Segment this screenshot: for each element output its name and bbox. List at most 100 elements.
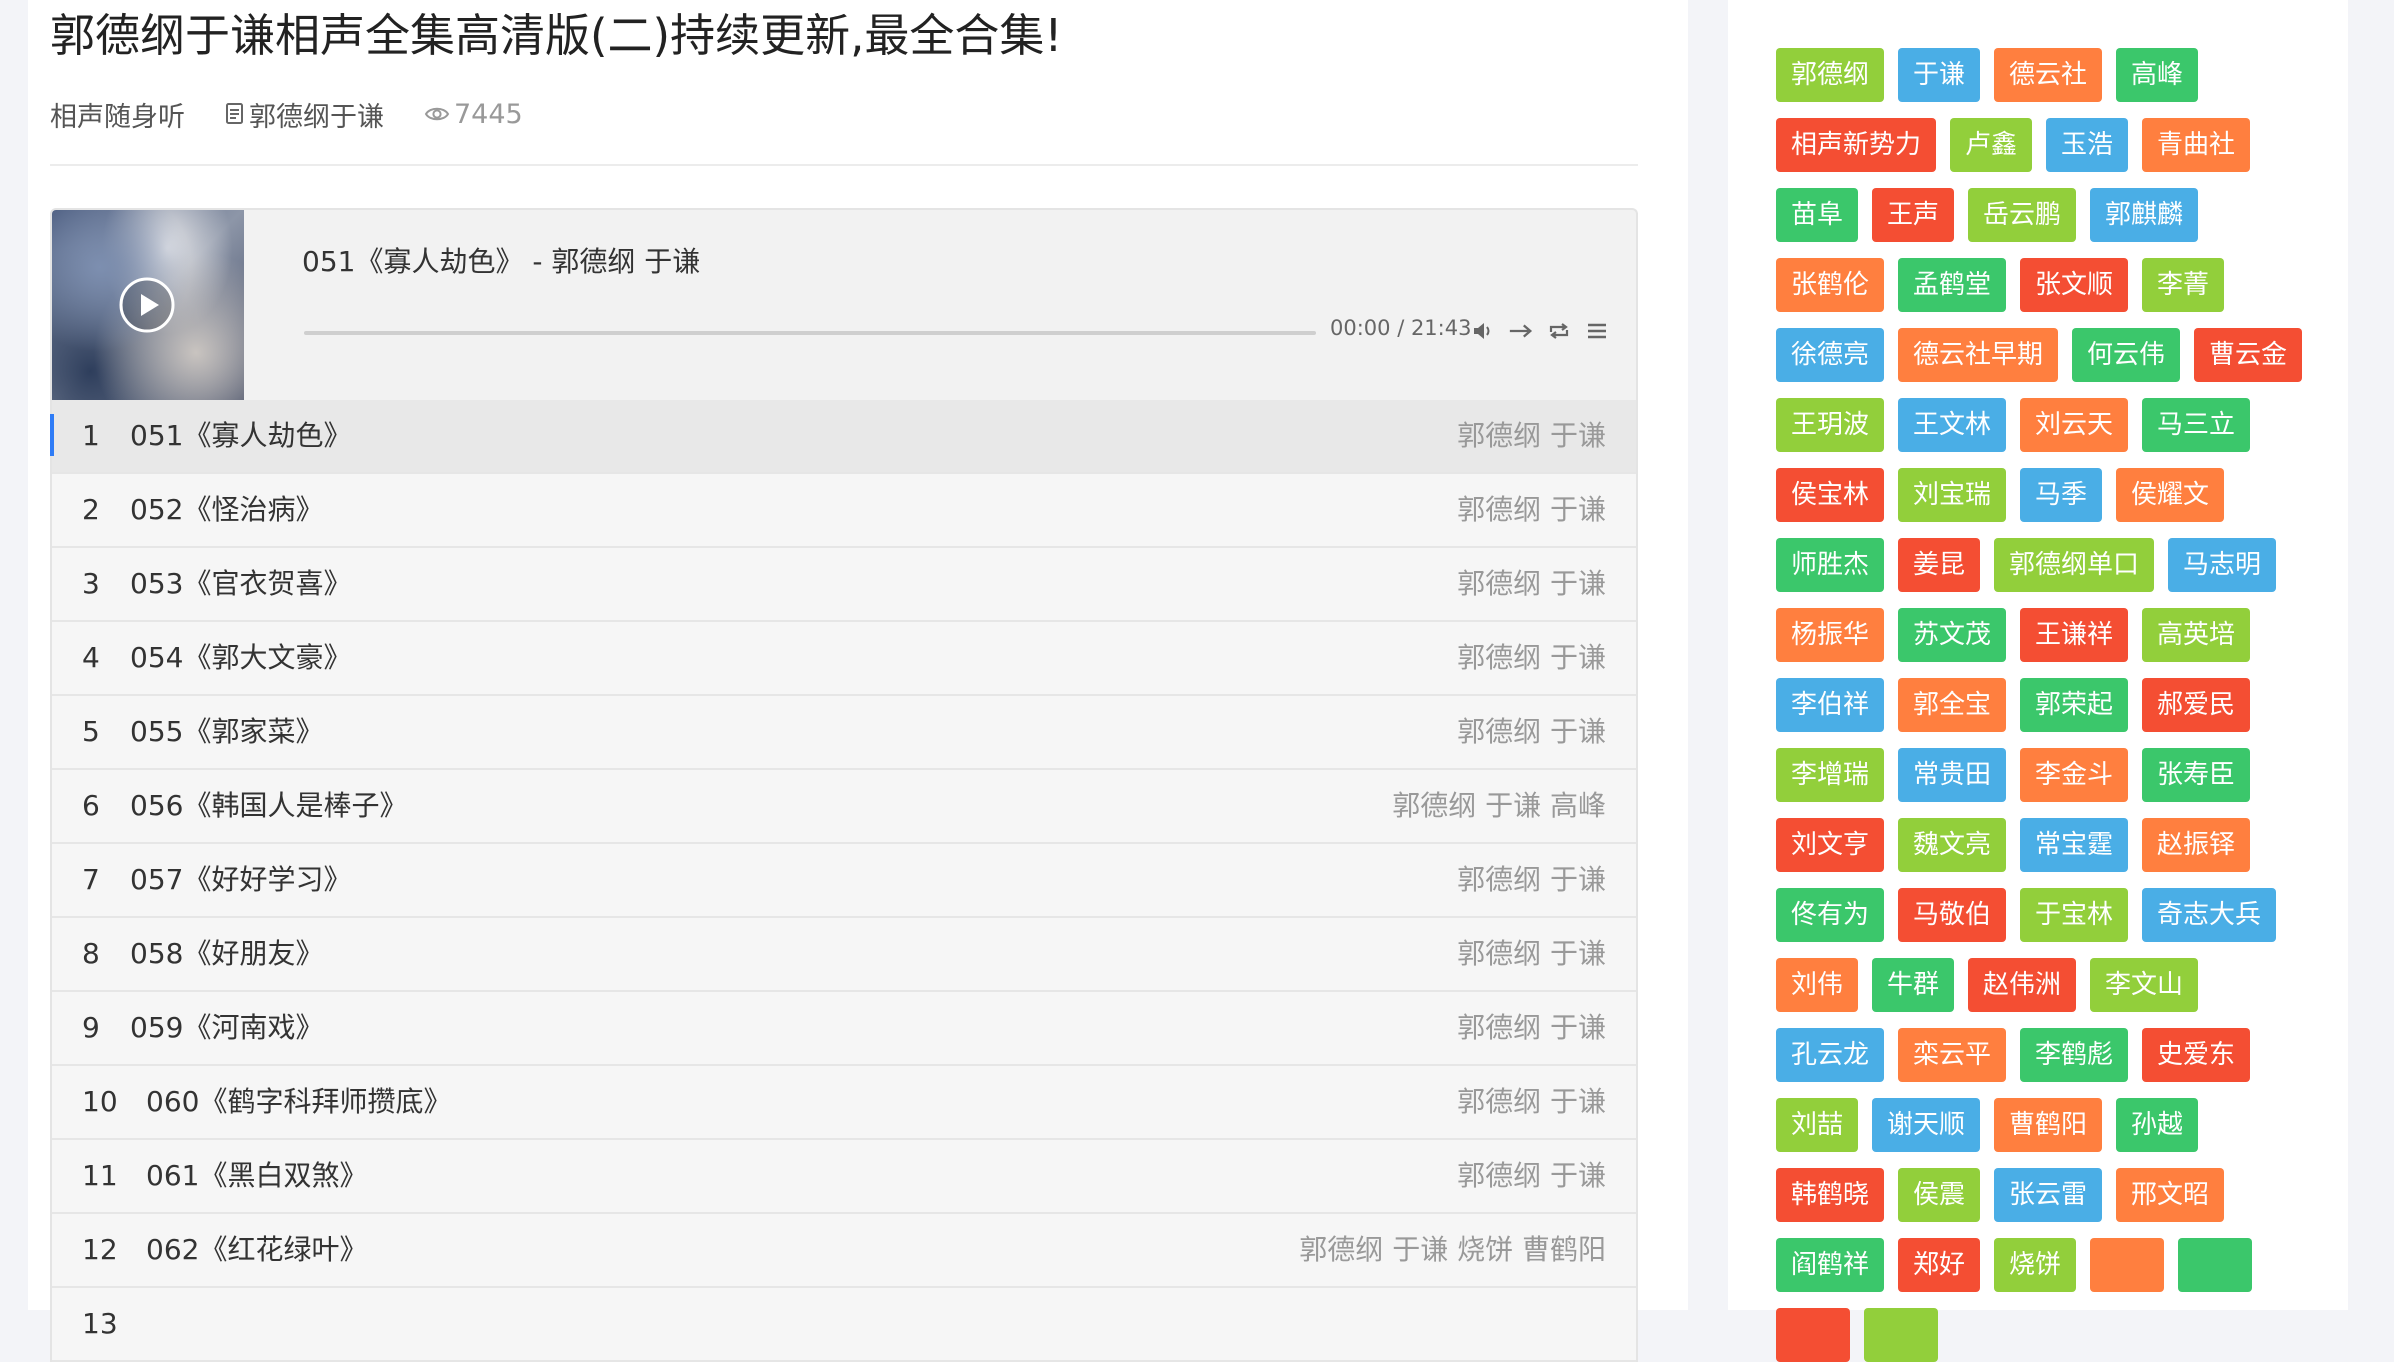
tag-link[interactable]: 刘喆 — [1776, 1098, 1859, 1152]
tag-link[interactable]: 相声新势力 — [1776, 118, 1937, 172]
tag-link[interactable]: 佟有为 — [1776, 888, 1885, 942]
tag-link[interactable]: 栾云平 — [1898, 1028, 2007, 1082]
tag-link[interactable]: 卢鑫 — [1950, 118, 2033, 172]
tag-link[interactable]: 王谦祥 — [2020, 608, 2129, 662]
tag-link[interactable]: 魏文亮 — [1898, 818, 2007, 872]
tag-link[interactable]: 邢文昭 — [2116, 1168, 2225, 1222]
tag-link[interactable]: 郭麒麟 — [2090, 188, 2199, 242]
tag-link[interactable]: 郑好 — [1898, 1238, 1981, 1292]
tag-link[interactable]: 马志明 — [2168, 538, 2277, 592]
tag-link[interactable]: 王声 — [1872, 188, 1955, 242]
tag-link[interactable]: 姜昆 — [1898, 538, 1981, 592]
tag-link[interactable]: 德云社早期 — [1898, 328, 2059, 382]
tag-link[interactable]: 高英培 — [2142, 608, 2251, 662]
tag-link[interactable]: 徐德亮 — [1776, 328, 1885, 382]
tag-link[interactable]: 郭荣起 — [2020, 678, 2129, 732]
playlist-row[interactable]: 13 — [52, 1288, 1636, 1362]
playlist-toggle-button[interactable] — [1584, 318, 1610, 344]
tag-link[interactable]: 刘文亨 — [1776, 818, 1885, 872]
tag-link[interactable]: 郭德纲单口 — [1994, 538, 2155, 592]
tag-link[interactable]: 青曲社 — [2142, 118, 2251, 172]
tag-link[interactable] — [2178, 1238, 2253, 1292]
tag-link[interactable]: 苏文茂 — [1898, 608, 2007, 662]
tag-link[interactable]: 何云伟 — [2072, 328, 2181, 382]
view-count: 7445 — [424, 99, 523, 130]
playlist-row[interactable]: 10 060《鹤字科拜师攒底》 郭德纲 于谦 — [52, 1066, 1636, 1140]
artist-tag-link[interactable]: 郭德纲于谦 — [225, 95, 384, 134]
tag-link[interactable]: 苗阜 — [1776, 188, 1859, 242]
play-button[interactable] — [118, 276, 176, 334]
tag-link[interactable]: 韩鹤晓 — [1776, 1168, 1885, 1222]
tag-link[interactable]: 曹鹤阳 — [1994, 1098, 2103, 1152]
tag-link[interactable]: 孟鹤堂 — [1898, 258, 2007, 312]
playlist-row[interactable]: 9 059《河南戏》 郭德纲 于谦 — [52, 992, 1636, 1066]
playlist-row[interactable]: 5 055《郭家菜》 郭德纲 于谦 — [52, 696, 1636, 770]
tag-link[interactable]: 李鹤彪 — [2020, 1028, 2129, 1082]
tag-link[interactable] — [1864, 1308, 1938, 1362]
tag-link[interactable]: 李增瑞 — [1776, 748, 1885, 802]
tag-link[interactable]: 阎鹤祥 — [1776, 1238, 1885, 1292]
tag-link[interactable]: 刘伟 — [1776, 958, 1859, 1012]
playlist-row[interactable]: 3 053《官衣贺喜》 郭德纲 于谦 — [52, 548, 1636, 622]
tag-link[interactable]: 孔云龙 — [1776, 1028, 1885, 1082]
row-title: 059《河南戏》 — [130, 1011, 324, 1044]
tag-link[interactable]: 马三立 — [2142, 398, 2251, 452]
tag-link[interactable]: 常贵田 — [1898, 748, 2007, 802]
tag-link[interactable]: 郭全宝 — [1898, 678, 2007, 732]
tag-link[interactable] — [2090, 1238, 2165, 1292]
tag-link[interactable]: 王玥波 — [1776, 398, 1885, 452]
tag-link[interactable]: 刘云天 — [2020, 398, 2129, 452]
playlist-row[interactable]: 1 051《寡人劫色》 郭德纲 于谦 — [50, 400, 1636, 474]
playlist-row[interactable]: 8 058《好朋友》 郭德纲 于谦 — [52, 918, 1636, 992]
playlist-row[interactable]: 7 057《好好学习》 郭德纲 于谦 — [52, 844, 1636, 918]
tag-link[interactable]: 张云雷 — [1994, 1168, 2103, 1222]
tag-link[interactable]: 赵伟洲 — [1968, 958, 2077, 1012]
tag-link[interactable]: 刘宝瑞 — [1898, 468, 2007, 522]
tag-link[interactable]: 于谦 — [1898, 48, 1981, 102]
now-playing-title: 051《寡人劫色》 - 郭德纲 于谦 — [302, 245, 701, 278]
tag-link[interactable]: 王文林 — [1898, 398, 2007, 452]
tag-link[interactable]: 曹云金 — [2194, 328, 2303, 382]
tag-link[interactable]: 玉浩 — [2046, 118, 2129, 172]
tag-link[interactable]: 德云社 — [1994, 48, 2103, 102]
playlist-row[interactable]: 6 056《韩国人是棒子》 郭德纲 于谦 高峰 — [52, 770, 1636, 844]
volume-button[interactable] — [1470, 318, 1496, 344]
playlist-row[interactable]: 4 054《郭大文豪》 郭德纲 于谦 — [52, 622, 1636, 696]
row-artist: 郭德纲 于谦 — [1457, 1159, 1606, 1192]
tag-link[interactable]: 常宝霆 — [2020, 818, 2129, 872]
tag-link[interactable]: 奇志大兵 — [2142, 888, 2277, 942]
play-order-button[interactable] — [1508, 318, 1534, 344]
playlist-row[interactable]: 2 052《怪治病》 郭德纲 于谦 — [52, 474, 1636, 548]
tag-link[interactable]: 李金斗 — [2020, 748, 2129, 802]
tag-link[interactable]: 张文顺 — [2020, 258, 2129, 312]
category-link[interactable]: 相声随身听 — [50, 95, 185, 134]
tag-link[interactable] — [1776, 1308, 1850, 1362]
tag-link[interactable]: 岳云鹏 — [1968, 188, 2077, 242]
tag-link[interactable]: 马敬伯 — [1898, 888, 2007, 942]
tag-link[interactable]: 李文山 — [2090, 958, 2199, 1012]
tag-link[interactable]: 侯震 — [1898, 1168, 1981, 1222]
tag-link[interactable]: 马季 — [2020, 468, 2103, 522]
tag-link[interactable]: 孙越 — [2116, 1098, 2199, 1152]
tag-link[interactable]: 李菁 — [2142, 258, 2225, 312]
tag-link[interactable]: 高峰 — [2116, 48, 2199, 102]
tag-link[interactable]: 赵振铎 — [2142, 818, 2251, 872]
tag-link[interactable]: 郭德纲 — [1776, 48, 1885, 102]
tag-link[interactable]: 张寿臣 — [2142, 748, 2251, 802]
tag-link[interactable]: 张鹤伦 — [1776, 258, 1885, 312]
playlist-row[interactable]: 11 061《黑白双煞》 郭德纲 于谦 — [52, 1140, 1636, 1214]
tag-link[interactable]: 侯耀文 — [2116, 468, 2225, 522]
progress-bar[interactable] — [304, 331, 1316, 335]
tag-link[interactable]: 烧饼 — [1994, 1238, 2077, 1292]
loop-button[interactable] — [1546, 318, 1572, 344]
tag-link[interactable]: 于宝林 — [2020, 888, 2129, 942]
tag-link[interactable]: 谢天顺 — [1872, 1098, 1981, 1152]
tag-link[interactable]: 牛群 — [1872, 958, 1955, 1012]
tag-link[interactable]: 杨振华 — [1776, 608, 1885, 662]
tag-link[interactable]: 侯宝林 — [1776, 468, 1885, 522]
tag-link[interactable]: 史爱东 — [2142, 1028, 2251, 1082]
playlist-row[interactable]: 12 062《红花绿叶》 郭德纲 于谦 烧饼 曹鹤阳 — [52, 1214, 1636, 1288]
tag-link[interactable]: 师胜杰 — [1776, 538, 1885, 592]
tag-link[interactable]: 郝爱民 — [2142, 678, 2251, 732]
tag-link[interactable]: 李伯祥 — [1776, 678, 1885, 732]
